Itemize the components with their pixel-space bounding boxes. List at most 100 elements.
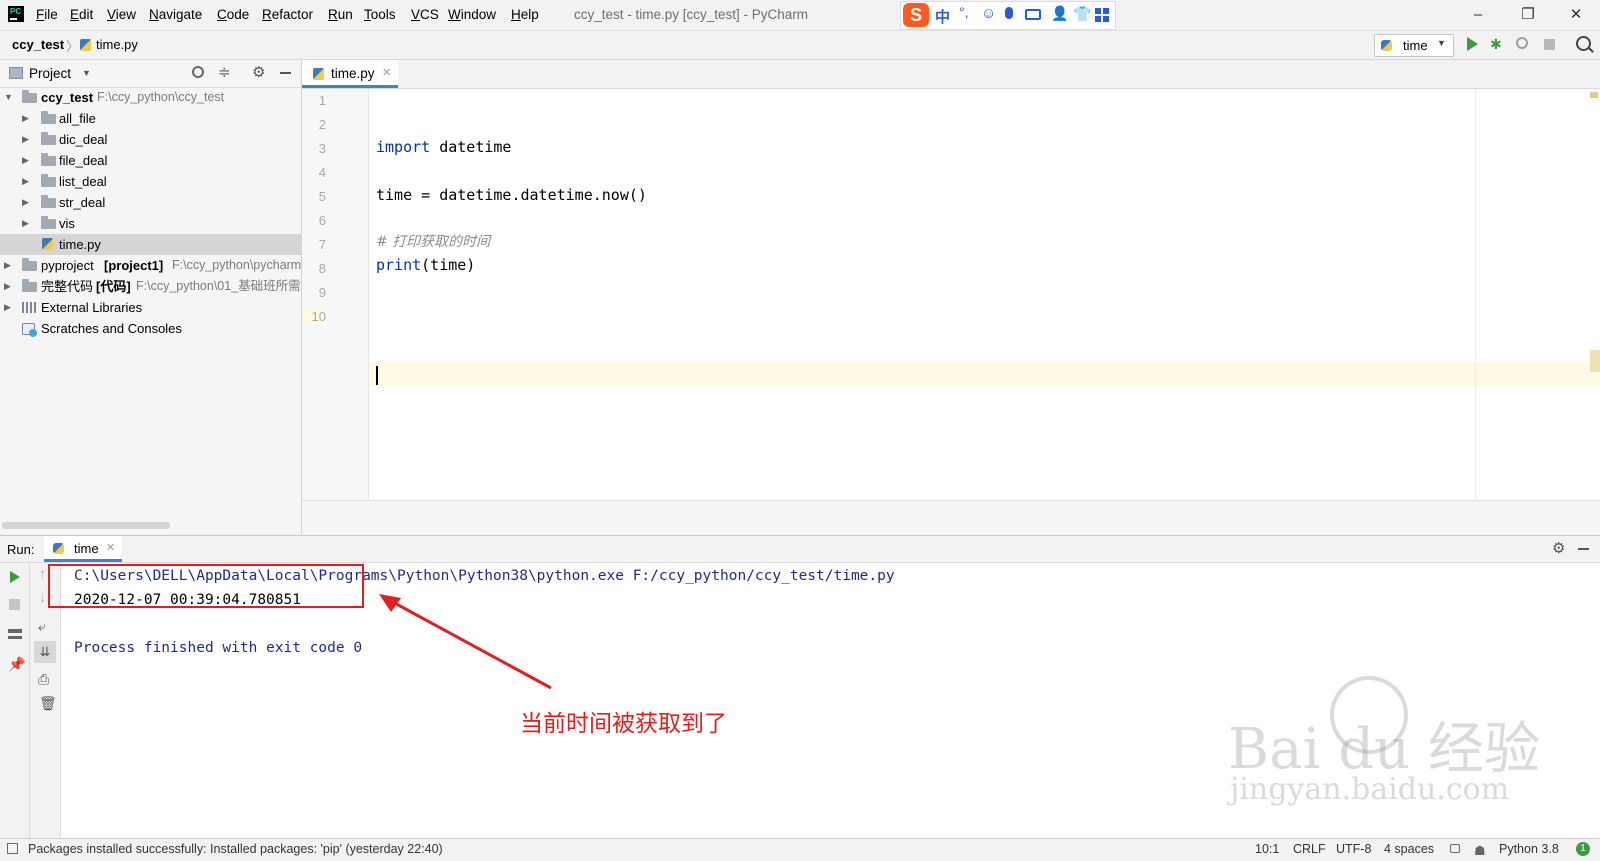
collapsed-arrow-icon[interactable]: ▶ xyxy=(4,276,14,297)
collapsed-arrow-icon[interactable]: ▶ xyxy=(22,192,32,213)
print-icon[interactable]: ⎙ xyxy=(38,671,49,688)
grid-menu-icon[interactable] xyxy=(1095,8,1109,22)
editor-tab-time-py[interactable]: time.py ✕ xyxy=(302,60,398,88)
analysis-status-marker[interactable] xyxy=(1590,92,1598,98)
breadcrumb-project[interactable]: ccy_test xyxy=(12,37,64,52)
gear-icon[interactable]: ⚙ xyxy=(252,63,265,81)
emoji-icon[interactable]: ☺ xyxy=(981,5,996,22)
restore-button[interactable]: ❐ xyxy=(1513,4,1543,26)
keyboard-icon[interactable] xyxy=(1025,9,1041,20)
menu-navigate[interactable]: Navigate xyxy=(149,7,202,22)
scrollbar-position-marker[interactable] xyxy=(1590,350,1600,372)
event-count-badge[interactable]: 1 xyxy=(1576,842,1590,856)
menu-window[interactable]: Window xyxy=(448,7,496,22)
collapsed-arrow-icon[interactable]: ▶ xyxy=(22,108,32,129)
run-tab-time[interactable]: time ✕ xyxy=(44,536,122,562)
python-interpreter[interactable]: Python 3.8 xyxy=(1499,839,1559,859)
menu-edit[interactable]: Edit xyxy=(70,7,93,22)
hide-panel-icon[interactable] xyxy=(1578,548,1589,550)
tree-item-folder[interactable]: ▶ list_deal xyxy=(0,171,301,192)
menu-vcs[interactable]: VCS xyxy=(411,7,439,22)
code-line-assign[interactable]: time = datetime.datetime.now() xyxy=(376,186,647,204)
menu-tools[interactable]: Tools xyxy=(364,7,396,22)
inspector-icon[interactable]: ☗ xyxy=(1474,841,1486,861)
soft-wrap-icon[interactable]: ⤶ xyxy=(38,618,46,635)
run-config-selector[interactable]: time ▼ xyxy=(1374,34,1454,57)
tree-item-label: str_deal xyxy=(59,195,106,210)
horizontal-scrollbar[interactable] xyxy=(2,522,170,529)
ime-mode-label[interactable]: 中 xyxy=(935,6,950,27)
code-line-comment[interactable]: # 打印获取的时间 xyxy=(376,231,490,251)
code-line-print[interactable]: print(time) xyxy=(376,256,475,274)
baidu-watermark-paw-icon xyxy=(1330,676,1408,754)
stop-icon[interactable] xyxy=(1544,39,1555,50)
stop-icon[interactable] xyxy=(9,599,20,610)
collapsed-arrow-icon[interactable]: ▶ xyxy=(22,129,32,150)
layout-icon[interactable] xyxy=(8,629,22,639)
collapsed-arrow-icon[interactable]: ▶ xyxy=(4,297,14,318)
tree-item-folder[interactable]: ▶ dic_deal xyxy=(0,129,301,150)
indent-setting[interactable]: 4 spaces xyxy=(1384,839,1434,859)
run-coverage-icon[interactable] xyxy=(1516,37,1528,49)
sogou-logo-icon[interactable]: S xyxy=(903,3,929,27)
tree-item-project-pyproject[interactable]: ▶ pyproject [project1] F:\ccy_python\pyc… xyxy=(0,255,301,276)
code-line-import[interactable]: import datetime xyxy=(376,138,511,156)
line-number-gutter: 1 2 3 4 5 6 7 8 9 10 xyxy=(302,89,369,521)
chevron-down-icon[interactable]: ▼ xyxy=(82,68,91,78)
tree-item-folder[interactable]: ▶ vis xyxy=(0,213,301,234)
close-tab-icon[interactable]: ✕ xyxy=(106,541,115,554)
line-number: 5 xyxy=(318,189,326,204)
caret-position[interactable]: 10:1 xyxy=(1255,839,1279,859)
tree-item-scratches[interactable]: Scratches and Consoles xyxy=(0,318,301,339)
down-arrow-icon[interactable]: ↓ xyxy=(39,589,46,605)
pin-icon[interactable]: 📌 xyxy=(8,656,25,673)
expanded-arrow-icon[interactable]: ▼ xyxy=(4,87,14,108)
tree-item-project-complete-code[interactable]: ▶ 完整代码 [代码] F:\ccy_python\01_基础班所需 xyxy=(0,276,301,297)
window-title: ccy_test - time.py [ccy_test] - PyCharm xyxy=(574,7,809,22)
collapsed-arrow-icon[interactable]: ▶ xyxy=(4,255,14,276)
skin-shirt-icon[interactable]: 👕 xyxy=(1073,5,1092,23)
collapsed-arrow-icon[interactable]: ▶ xyxy=(22,150,32,171)
trash-icon[interactable]: 🗑 xyxy=(39,695,57,712)
event-log-toggle-icon[interactable] xyxy=(7,843,18,854)
breadcrumb-file[interactable]: time.py xyxy=(96,37,138,52)
tree-item-external-libraries[interactable]: ▶ External Libraries xyxy=(0,297,301,318)
menu-code[interactable]: Code xyxy=(217,7,249,22)
project-view-label[interactable]: Project xyxy=(29,66,71,81)
user-icon[interactable]: 👤 xyxy=(1051,5,1068,22)
tree-item-label: all_file xyxy=(59,111,96,126)
tree-item-label: time.py xyxy=(59,237,101,252)
menu-help[interactable]: Help xyxy=(511,7,539,22)
scroll-to-end-icon[interactable]: ⇊ xyxy=(34,641,56,663)
lock-icon[interactable] xyxy=(1450,844,1460,853)
collapsed-arrow-icon[interactable]: ▶ xyxy=(22,213,32,234)
minimize-button[interactable]: – xyxy=(1463,4,1493,26)
tree-item-project-root[interactable]: ▼ ccy_test F:\ccy_python\ccy_test xyxy=(0,87,301,108)
line-separator[interactable]: CRLF xyxy=(1293,839,1326,859)
file-encoding[interactable]: UTF-8 xyxy=(1336,839,1371,859)
punctuation-icon[interactable]: °, xyxy=(959,4,969,20)
tree-item-folder[interactable]: ▶ all_file xyxy=(0,108,301,129)
microphone-icon[interactable] xyxy=(1005,7,1013,19)
menu-file[interactable]: File xyxy=(36,7,58,22)
rerun-icon[interactable] xyxy=(10,571,20,583)
collapsed-arrow-icon[interactable]: ▶ xyxy=(22,171,32,192)
tree-item-folder[interactable]: ▶ file_deal xyxy=(0,150,301,171)
menu-view[interactable]: View xyxy=(107,7,136,22)
up-arrow-icon[interactable]: ↑ xyxy=(39,565,46,581)
debug-bug-icon[interactable]: ✱ xyxy=(1490,36,1502,53)
close-button[interactable]: ✕ xyxy=(1561,4,1591,26)
close-tab-icon[interactable]: ✕ xyxy=(382,66,391,79)
tree-item-folder[interactable]: ▶ str_deal xyxy=(0,192,301,213)
locate-target-icon[interactable] xyxy=(192,66,204,78)
hide-panel-icon[interactable] xyxy=(280,72,291,74)
tree-item-file-selected[interactable]: time.py xyxy=(0,234,301,255)
menu-refactor[interactable]: Refactor xyxy=(262,7,313,22)
tree-item-label: External Libraries xyxy=(41,300,143,315)
collapse-all-icon[interactable]: ≑ xyxy=(218,63,231,81)
menu-run[interactable]: Run xyxy=(328,7,353,22)
line-number: 2 xyxy=(318,117,326,132)
status-message[interactable]: Packages installed successfully: Install… xyxy=(28,839,443,859)
gear-icon[interactable]: ⚙ xyxy=(1552,539,1565,557)
run-icon[interactable] xyxy=(1467,37,1478,51)
